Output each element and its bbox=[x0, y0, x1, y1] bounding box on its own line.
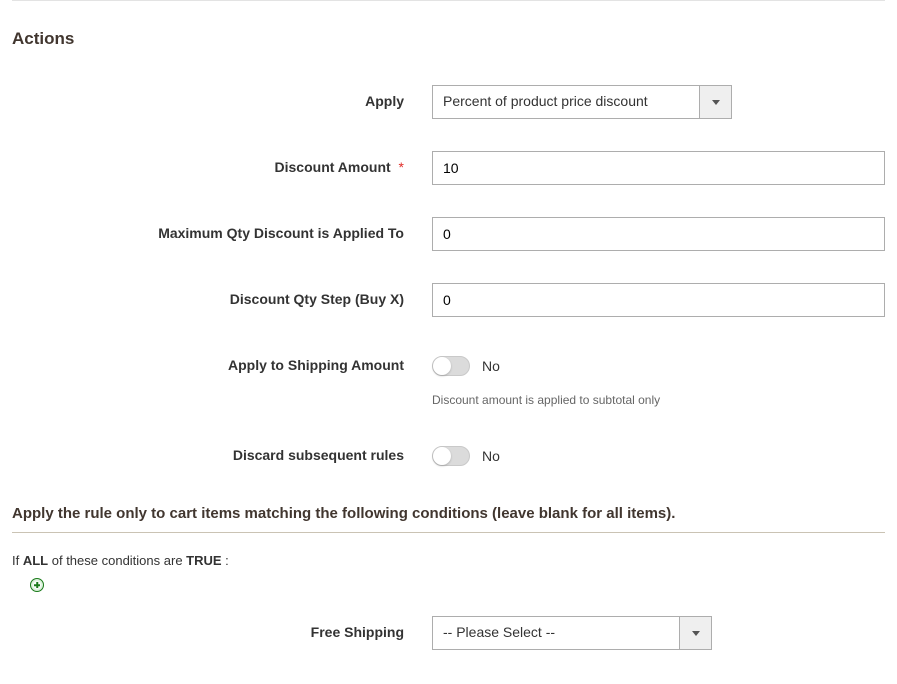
chevron-down-icon bbox=[679, 617, 711, 649]
note-apply-shipping: Discount amount is applied to subtotal o… bbox=[432, 393, 885, 407]
top-divider bbox=[12, 0, 885, 1]
label-free-shipping: Free Shipping bbox=[12, 616, 432, 640]
label-apply-shipping: Apply to Shipping Amount bbox=[12, 349, 432, 373]
toggle-apply-shipping[interactable] bbox=[432, 356, 470, 376]
conditions-root-line: If ALL of these conditions are TRUE : bbox=[12, 553, 885, 568]
field-discount-amount: Discount Amount * bbox=[12, 151, 885, 185]
label-qty-step: Discount Qty Step (Buy X) bbox=[12, 283, 432, 307]
field-apply: Apply Percent of product price discount bbox=[12, 85, 885, 119]
field-apply-shipping: Apply to Shipping Amount No Discount amo… bbox=[12, 349, 885, 407]
label-apply: Apply bbox=[12, 85, 432, 109]
required-asterisk: * bbox=[399, 159, 404, 175]
label-discard-rules: Discard subsequent rules bbox=[12, 439, 432, 463]
toggle-knob bbox=[433, 357, 451, 375]
label-discount-amount-text: Discount Amount bbox=[275, 159, 391, 175]
cond-value[interactable]: TRUE bbox=[186, 553, 221, 568]
conditions-divider bbox=[12, 532, 885, 533]
cond-aggregator[interactable]: ALL bbox=[23, 553, 48, 568]
field-discard-rules: Discard subsequent rules No bbox=[12, 439, 885, 473]
plus-circle-icon bbox=[30, 578, 44, 592]
toggle-knob bbox=[433, 447, 451, 465]
input-max-qty[interactable] bbox=[432, 217, 885, 251]
label-discount-amount: Discount Amount * bbox=[12, 151, 432, 175]
input-qty-step[interactable] bbox=[432, 283, 885, 317]
select-apply-value: Percent of product price discount bbox=[433, 86, 699, 118]
field-max-qty: Maximum Qty Discount is Applied To bbox=[12, 217, 885, 251]
cond-prefix: If bbox=[12, 553, 23, 568]
field-free-shipping: Free Shipping -- Please Select -- bbox=[12, 616, 885, 650]
toggle-apply-shipping-state: No bbox=[482, 358, 500, 374]
cond-middle: of these conditions are bbox=[48, 553, 186, 568]
toggle-discard-rules[interactable] bbox=[432, 446, 470, 466]
toggle-discard-rules-state: No bbox=[482, 448, 500, 464]
section-title-actions: Actions bbox=[12, 29, 885, 49]
select-free-shipping-value: -- Please Select -- bbox=[433, 617, 679, 649]
chevron-down-icon bbox=[699, 86, 731, 118]
select-apply[interactable]: Percent of product price discount bbox=[432, 85, 732, 119]
cond-suffix: : bbox=[222, 553, 229, 568]
field-qty-step: Discount Qty Step (Buy X) bbox=[12, 283, 885, 317]
add-condition-button[interactable] bbox=[30, 578, 885, 592]
input-discount-amount[interactable] bbox=[432, 151, 885, 185]
conditions-heading: Apply the rule only to cart items matchi… bbox=[12, 505, 885, 522]
label-max-qty: Maximum Qty Discount is Applied To bbox=[12, 217, 432, 241]
select-free-shipping[interactable]: -- Please Select -- bbox=[432, 616, 712, 650]
